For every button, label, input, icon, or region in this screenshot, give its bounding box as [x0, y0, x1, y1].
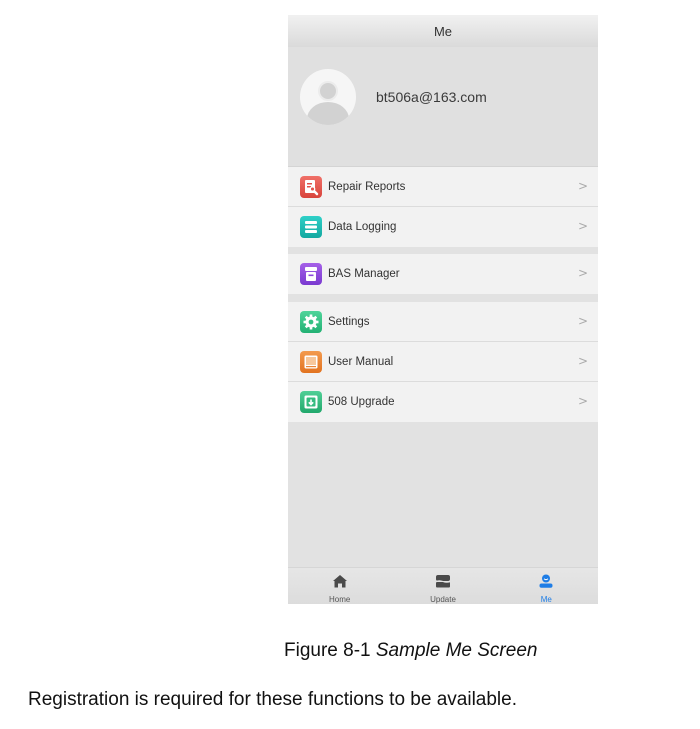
tab-home[interactable]: Home — [288, 568, 391, 604]
menu-item-508-upgrade[interactable]: 508 Upgrade > — [288, 382, 598, 422]
menu-item-settings[interactable]: Settings > — [288, 302, 598, 342]
chevron-right-icon: > — [577, 266, 588, 280]
chevron-right-icon: > — [577, 394, 588, 408]
caption-title: Sample Me Screen — [375, 640, 538, 661]
tab-update[interactable]: Update — [391, 568, 494, 604]
bas-manager-icon — [300, 263, 322, 285]
body-paragraph: Registration is required for these funct… — [28, 689, 517, 710]
user-email: bt506a@163.com — [376, 89, 487, 105]
upgrade-icon — [300, 391, 322, 413]
phone-screen: Me bt506a@163.com Repair Reports > Data … — [288, 15, 598, 604]
chevron-right-icon: > — [577, 354, 588, 368]
update-icon — [435, 574, 451, 593]
figure-caption: Figure 8-1 Sample Me Screen — [284, 640, 537, 662]
menu-item-label: User Manual — [328, 355, 394, 368]
menu-group-3: Settings > User Manual > 508 Upgrade > — [288, 302, 598, 422]
tab-me[interactable]: Me — [495, 568, 598, 604]
app-header: Me — [288, 15, 598, 47]
gear-icon — [300, 310, 322, 333]
bottom-tab-bar: Home Update Me — [288, 567, 598, 604]
menu-item-label: Settings — [328, 315, 370, 328]
chevron-right-icon: > — [577, 179, 588, 193]
menu-item-user-manual[interactable]: User Manual > — [288, 342, 598, 382]
menu-item-label: Repair Reports — [328, 180, 406, 193]
home-icon — [332, 574, 348, 593]
tab-label: Update — [430, 595, 456, 604]
profile-section[interactable]: bt506a@163.com — [288, 47, 598, 167]
tab-label: Me — [540, 595, 552, 604]
menu-item-data-logging[interactable]: Data Logging > — [288, 207, 598, 247]
user-avatar-icon[interactable] — [300, 69, 356, 125]
menu-item-bas-manager[interactable]: BAS Manager > — [288, 254, 598, 294]
book-icon — [300, 350, 322, 373]
caption-prefix: Figure 8-1 — [284, 640, 376, 661]
tab-label: Home — [328, 595, 351, 604]
page-title: Me — [433, 23, 453, 39]
menu-group-2: BAS Manager > — [288, 254, 598, 294]
chevron-right-icon: > — [577, 314, 588, 328]
menu-item-repair-reports[interactable]: Repair Reports > — [288, 167, 598, 207]
menu-item-label: Data Logging — [328, 221, 397, 233]
menu-item-label: BAS Manager — [328, 268, 400, 280]
person-icon — [538, 574, 554, 593]
menu-item-label: 508 Upgrade — [328, 396, 395, 408]
chevron-right-icon: > — [577, 219, 588, 233]
data-logging-icon — [300, 216, 322, 238]
menu-group-1: Repair Reports > Data Logging > — [288, 167, 598, 247]
repair-report-icon — [300, 175, 322, 198]
